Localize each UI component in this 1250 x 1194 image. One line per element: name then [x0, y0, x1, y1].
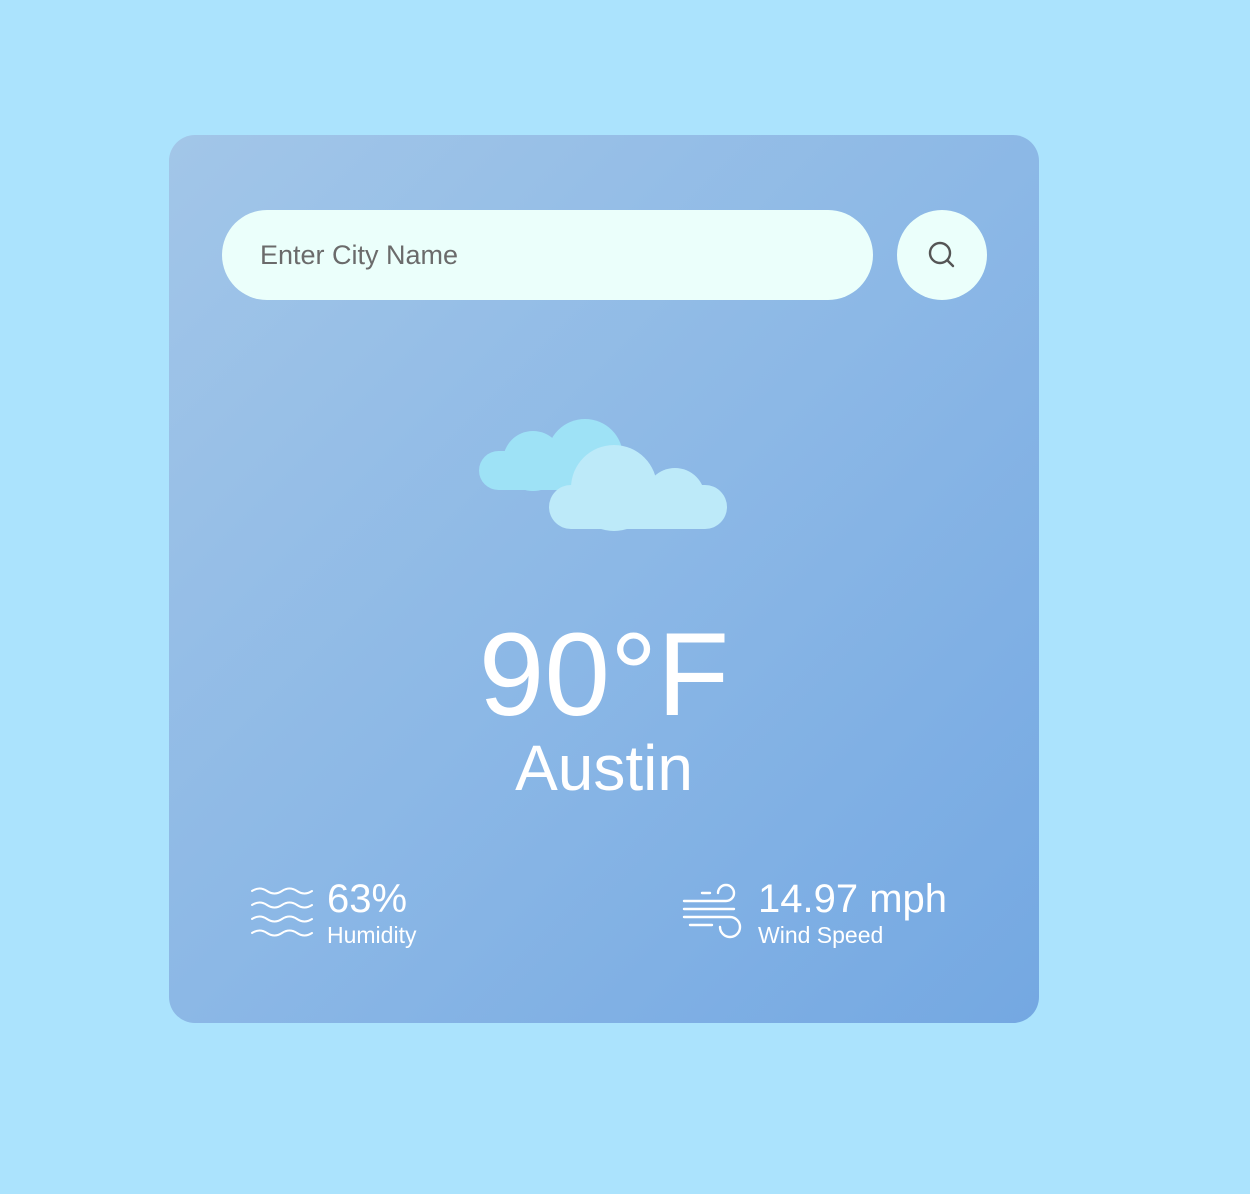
humidity-waves-icon — [251, 887, 313, 937]
weather-app: { "search": { "placeholder": "Enter City… — [0, 0, 1250, 1194]
temperature-value: 90°F — [478, 609, 730, 741]
wind-speed-label: Wind Speed — [758, 922, 884, 948]
humidity-value: 63% — [327, 877, 408, 921]
city-name: Austin — [515, 732, 693, 804]
weather-card: 90°F Austin 63% Humidity — [169, 135, 1039, 1023]
wind-speed-value: 14.97 mph — [758, 877, 948, 921]
humidity-label: Humidity — [327, 922, 417, 948]
search-icon — [928, 241, 955, 268]
wind-stat: 14.97 mph Wind Speed — [682, 875, 947, 951]
city-search-input[interactable] — [222, 210, 873, 300]
clouds-icon — [479, 419, 727, 531]
humidity-stat: 63% Humidity — [251, 875, 416, 951]
search-button[interactable] — [897, 210, 987, 300]
wind-icon — [682, 883, 742, 939]
